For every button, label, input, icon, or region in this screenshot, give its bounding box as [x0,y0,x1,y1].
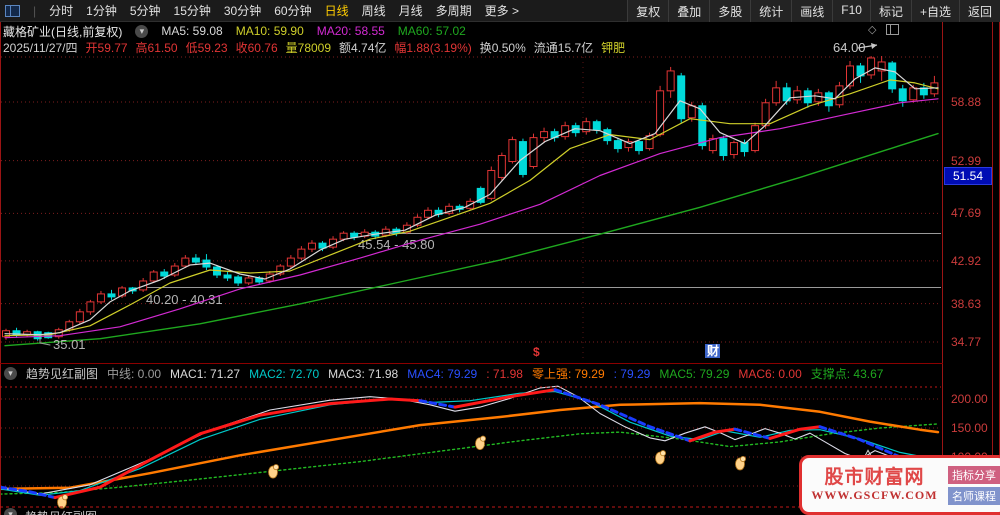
action-button-0[interactable]: 复权 [627,0,669,22]
indicator-token-7: 零上强: 79.29 [531,367,605,381]
period-item-7[interactable]: 周线 [362,2,386,19]
quote-token-3: 低59.23 [185,41,228,55]
main-axis-label-4: 38.63 [951,296,982,311]
period-item-5[interactable]: 60分钟 [274,2,311,19]
indicator-token-1: 中线: 0.00 [107,367,162,381]
split-pane-icon[interactable] [886,24,899,35]
watermark-site-url: WWW.GSCFW.COM [811,488,938,503]
ma-value-3: MA60: 57.02 [397,24,466,38]
action-button-8[interactable]: 返回 [958,0,1000,22]
period-item-0[interactable]: 分时 [49,2,73,19]
chevron-down-icon[interactable]: ▾ [4,367,17,380]
watermark-site-name: 股市财富网 [824,466,925,488]
chevron-down-icon: ▾ [4,508,17,515]
main-axis-label-3: 42.92 [951,253,982,268]
quote-info-row: 2025/11/27/四 开59.77 高61.50 低59.23 收60.76 量780… [0,40,625,55]
action-button-4[interactable]: 画线 [791,0,833,22]
svg-text:财: 财 [706,343,719,358]
quote-token-6: 额4.74亿 [339,41,387,55]
indicator-token-11: 支撑点: 43.67 [810,367,884,381]
watermark-text: 股市财富网 WWW.GSCFW.COM [807,467,942,504]
svg-text:64.00: 64.00 [833,40,866,55]
period-item-1[interactable]: 1分钟 [86,2,117,19]
clipped-indicator-label: 趋势见红副图 [25,508,97,515]
period-item-6[interactable]: 日线 [325,2,349,19]
ma-value-2: MA20: 58.55 [316,24,385,38]
main-axis-label-2: 47.69 [951,206,982,221]
main-axis-label-5: 34.77 [951,335,982,349]
action-buttons: 复权 叠加 多股 统计 画线 F10 标记 +自选 返回 [627,0,1000,22]
quote-token-10: 钾肥 [601,41,626,55]
quote-token-9: 流通15.7亿 [533,41,594,55]
stock-header-row: 藏格矿业(日线,前复权) ▾ MA5: 59.08 MA10: 59.90 MA20… [0,22,466,40]
period-menu: | 分时 1分钟 5分钟 15分钟 30分钟 60分钟 日线 周线 月线 多周期 更多 > [0,2,627,19]
diamond-icon[interactable]: ◇ [868,23,876,36]
indicator-token-4: MAC3: 71.98 [328,366,399,381]
period-item-4[interactable]: 30分钟 [224,2,261,19]
watermark-badge-share: 指标分享 [948,465,1000,484]
action-button-5[interactable]: F10 [832,0,870,22]
quote-token-5: 量78009 [285,41,332,55]
period-item-3[interactable]: 15分钟 [174,2,211,19]
window-layout-icon[interactable] [5,4,20,17]
quote-token-2: 高61.50 [135,41,178,55]
chart-canvas[interactable]: 45.54 - 45.80 40.20 - 40.31 35.01 64.00 $ 财 [0,0,1000,515]
svg-text:45.54 - 45.80: 45.54 - 45.80 [358,237,435,252]
indicator-token-9: MAC5: 79.29 [659,366,730,381]
indicator-token-5: MAC4: 79.29 [407,366,478,381]
action-button-6[interactable]: 标记 [869,0,911,22]
ma-value-1: MA10: 59.90 [235,24,304,38]
action-button-3[interactable]: 统计 [750,0,792,22]
period-item-10[interactable]: 更多 > [485,2,519,19]
period-item-2[interactable]: 5分钟 [130,2,161,19]
quote-token-7: 幅1.88(3.19%) [394,41,472,55]
toolbar-separator: | [33,3,37,18]
period-item-9[interactable]: 多周期 [436,2,472,19]
sub-indicator-header: ▾ 趋势见红副图 中线: 0.00 MAC1: 71.27 MAC2: 72.70 MA… [1,365,944,382]
indicator-token-6: : 71.98 [486,366,523,381]
quote-token-8: 换0.50% [479,41,526,55]
chevron-down-icon[interactable]: ▾ [135,24,149,38]
indicator-token-2: MAC1: 71.27 [170,366,241,381]
indicator-token-3: MAC2: 72.70 [249,366,320,381]
sub-axis-label-1: 150.00 [951,421,988,435]
indicator-token-0: 趋势见红副图 [26,367,99,381]
svg-text:40.20 - 40.31: 40.20 - 40.31 [146,292,223,307]
quote-token-4: 收60.76 [235,41,278,55]
current-price-badge: 51.54 [944,167,992,186]
watermark-badge-course: 名师课程 [948,486,1000,505]
stock-title[interactable]: 藏格矿业(日线,前复权) [3,23,122,40]
action-button-7[interactable]: +自选 [910,0,959,22]
main-axis-label-0: 58.88 [951,94,982,109]
period-item-8[interactable]: 月线 [399,2,423,19]
trading-app-window: | 分时 1分钟 5分钟 15分钟 30分钟 60分钟 日线 周线 月线 多周期 更多 > 复权 叠加… [0,0,1000,515]
sub-axis-label-0: 200.00 [951,392,988,406]
action-button-2[interactable]: 多股 [709,0,751,22]
svg-text:$: $ [533,345,540,359]
main-axis-label-1: 52.99 [951,153,982,168]
action-button-1[interactable]: 叠加 [668,0,710,22]
watermark-card: 股市财富网 WWW.GSCFW.COM 指标分享 名师课程 [799,455,1000,515]
quote-token-0: 2025/11/27/四 [3,41,78,55]
quote-token-1: 开59.77 [85,41,128,55]
watermark-badges: 指标分享 名师课程 [948,465,1000,505]
top-toolbar: | 分时 1分钟 5分钟 15分钟 30分钟 60分钟 日线 周线 月线 多周期 更多 > 复权 叠加… [0,0,1000,22]
svg-text:35.01: 35.01 [53,337,86,352]
indicator-token-10: MAC6: 0.00 [738,366,802,381]
ma-value-0: MA5: 59.08 [161,24,223,38]
indicator-token-8: : 79.29 [613,366,651,381]
